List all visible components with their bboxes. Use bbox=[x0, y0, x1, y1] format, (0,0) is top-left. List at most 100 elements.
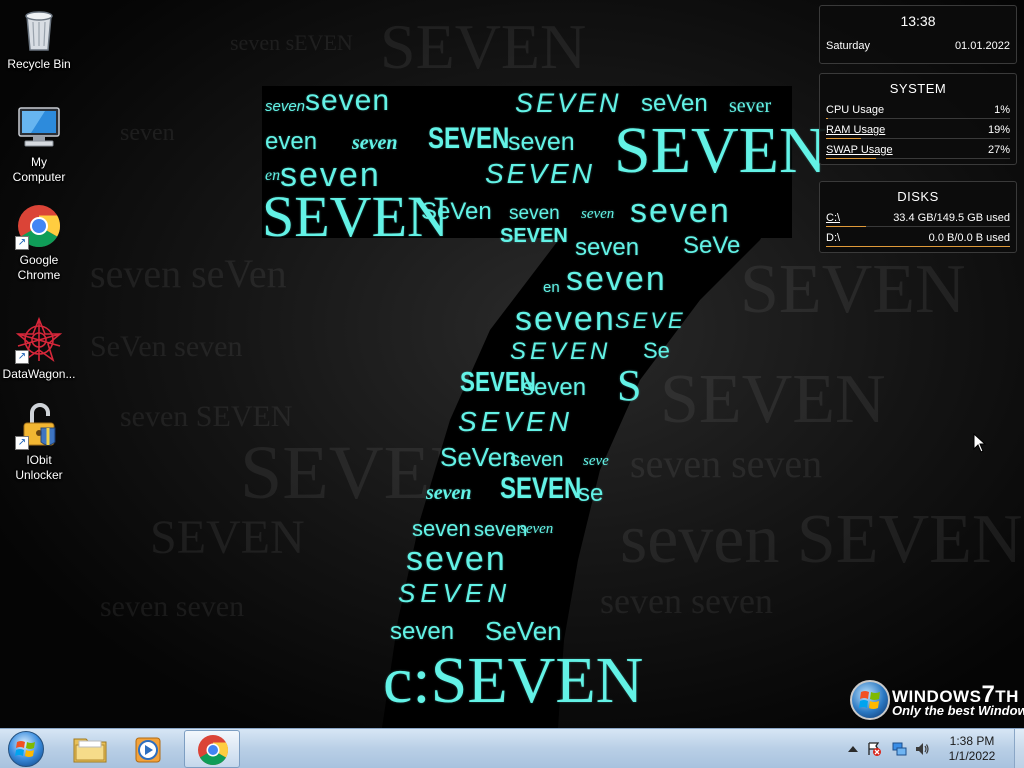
wallpaper-word: seven bbox=[630, 192, 731, 230]
ram-usage-label: RAM Usage bbox=[826, 124, 886, 136]
wallpaper-word: SeVen bbox=[421, 198, 492, 225]
swap-usage-label: SWAP Usage bbox=[826, 144, 893, 156]
wallpaper-word: se bbox=[578, 480, 604, 507]
desktop-icon-label: IObit bbox=[26, 453, 52, 467]
wallpaper-word: seven bbox=[581, 206, 615, 222]
wallpaper-word: seven bbox=[120, 120, 175, 146]
network-icon[interactable] bbox=[891, 741, 907, 757]
wallpaper-word: seven bbox=[509, 203, 560, 224]
desktop-icon-recycle-bin[interactable]: Recycle Bin bbox=[0, 6, 78, 72]
unlock-icon: ↗ bbox=[15, 402, 63, 450]
windows-flag-icon bbox=[850, 680, 890, 720]
shortcut-arrow-icon: ↗ bbox=[15, 436, 29, 450]
disk-d-value: 0.0 B/0.0 B used bbox=[928, 232, 1010, 244]
system-gadget-title: SYSTEM bbox=[889, 81, 947, 96]
disk-c-row: C:\ 33.4 GB/149.5 GB used bbox=[820, 208, 1016, 228]
wallpaper-word: even bbox=[265, 128, 318, 155]
media-player-taskbar-button[interactable] bbox=[120, 730, 176, 768]
wallpaper-word: seven bbox=[390, 618, 455, 645]
cpu-usage-bar bbox=[826, 118, 1010, 119]
wallpaper-word: seven bbox=[566, 260, 667, 298]
wallpaper-word: SEVEN bbox=[428, 122, 510, 155]
wallpaper-word: S bbox=[617, 361, 642, 410]
taskbar-clock-time: 1:38 PM bbox=[949, 734, 995, 748]
desktop-icon-label: Chrome bbox=[17, 268, 61, 282]
wallpaper-word: seven bbox=[515, 300, 616, 338]
wallpaper-word: seven seven bbox=[100, 590, 245, 623]
desktop-icon-datawagon[interactable]: ↗ DataWagon... bbox=[0, 316, 78, 382]
wallpaper-word: seven bbox=[510, 449, 564, 471]
disk-c-value: 33.4 GB/149.5 GB used bbox=[893, 212, 1010, 224]
ram-usage-row: RAM Usage 19% bbox=[820, 120, 1016, 140]
recycle-bin-icon bbox=[15, 6, 63, 54]
wallpaper-word: seven SEVEN bbox=[620, 501, 1023, 578]
disk-c-label: C:\ bbox=[826, 212, 841, 224]
desktop-icon-label: Computer bbox=[12, 170, 66, 184]
wallpaper-word: en bbox=[265, 167, 281, 184]
wallpaper-word: seven bbox=[412, 516, 471, 541]
desktop-icon-label: Recycle Bin bbox=[7, 57, 71, 71]
wallpaper-word: SEVEN bbox=[485, 158, 595, 189]
wallpaper-word: seven seVen bbox=[90, 251, 287, 296]
media-player-icon bbox=[135, 737, 161, 763]
wallpaper-word: SEVEN bbox=[660, 361, 886, 438]
disk-d-bar bbox=[826, 246, 1010, 247]
wallpaper-word: SEVEN bbox=[614, 114, 827, 187]
wallpaper-word: seven bbox=[305, 84, 391, 117]
wallpaper-word: c:SEVEN bbox=[383, 644, 644, 717]
cpu-usage-row: CPU Usage 1% bbox=[820, 100, 1016, 120]
wallpaper-word: SeVen bbox=[440, 442, 517, 472]
wallpaper-word: seven bbox=[265, 98, 306, 115]
chrome-taskbar-button[interactable] bbox=[184, 730, 240, 768]
desktop-icon-label: DataWagon... bbox=[2, 367, 76, 381]
wallpaper-word: SEVEN bbox=[150, 511, 305, 564]
desktop-icon-my-computer[interactable]: My Computer bbox=[0, 104, 78, 185]
wallpaper-word: seven bbox=[406, 540, 507, 578]
taskbar-clock[interactable]: 1:38 PM 1/1/2022 bbox=[936, 734, 1008, 764]
ram-usage-bar bbox=[826, 138, 1010, 139]
system-gadget[interactable]: SYSTEM CPU Usage 1% RAM Usage 19% SWAP U… bbox=[819, 73, 1017, 165]
ram-usage-value: 19% bbox=[987, 124, 1010, 136]
wallpaper-word: seven bbox=[426, 482, 472, 504]
logo-tagline: Only the best Window bbox=[892, 703, 1024, 718]
clock-gadget[interactable]: 13:38 Saturday 01.01.2022 bbox=[819, 5, 1017, 64]
desktop-icon-iobit-unlocker[interactable]: ↗ IObit Unlocker bbox=[0, 402, 78, 483]
chrome-icon bbox=[198, 735, 229, 766]
wallpaper-word: SEVE bbox=[615, 308, 686, 333]
shortcut-arrow-icon: ↗ bbox=[15, 350, 29, 364]
start-button[interactable] bbox=[6, 730, 46, 768]
desktop-icon-google-chrome[interactable]: ↗ Google Chrome bbox=[0, 202, 78, 283]
volume-icon[interactable] bbox=[914, 741, 930, 757]
disk-d-label: D:\ bbox=[826, 232, 841, 244]
wallpaper-word: en bbox=[543, 279, 560, 296]
action-center-icon[interactable] bbox=[866, 741, 882, 757]
taskbar: 1:38 PM 1/1/2022 bbox=[0, 728, 1024, 768]
wallpaper-word: SeVen bbox=[485, 616, 562, 646]
wallpaper-word: seven bbox=[522, 374, 587, 401]
windows-orb-icon bbox=[8, 731, 44, 767]
swap-usage-bar bbox=[826, 158, 1010, 159]
shortcut-arrow-icon: ↗ bbox=[15, 236, 29, 250]
wallpaper-word: seven bbox=[520, 521, 554, 537]
wallpaper-word: SeVen seven bbox=[90, 330, 243, 363]
cpu-usage-value: 1% bbox=[994, 104, 1010, 116]
wallpaper-word: seve bbox=[583, 453, 609, 469]
show-hidden-icons-icon[interactable] bbox=[845, 741, 861, 757]
wallpaper-word: seven seven bbox=[600, 581, 773, 621]
disks-gadget[interactable]: DISKS C:\ 33.4 GB/149.5 GB used D:\ 0.0 … bbox=[819, 181, 1017, 253]
computer-icon bbox=[15, 104, 63, 152]
explorer-taskbar-button[interactable] bbox=[62, 730, 118, 768]
wallpaper-word: seven bbox=[508, 128, 575, 156]
show-desktop-button[interactable] bbox=[1014, 729, 1024, 768]
swap-usage-value: 27% bbox=[987, 144, 1010, 156]
wallpaper-word: Se bbox=[643, 338, 670, 363]
gadget-day: Saturday bbox=[826, 40, 871, 52]
desktop-icon-label: Google bbox=[19, 253, 59, 267]
folder-icon bbox=[73, 738, 107, 763]
taskbar-clock-date: 1/1/2022 bbox=[948, 749, 996, 763]
disk-c-bar bbox=[826, 226, 1010, 227]
desktop-icon-label: My bbox=[31, 155, 47, 169]
wallpaper-word: sever bbox=[729, 95, 772, 117]
wallpaper-word: seven seven bbox=[630, 441, 823, 486]
swap-usage-row: SWAP Usage 27% bbox=[820, 140, 1016, 160]
